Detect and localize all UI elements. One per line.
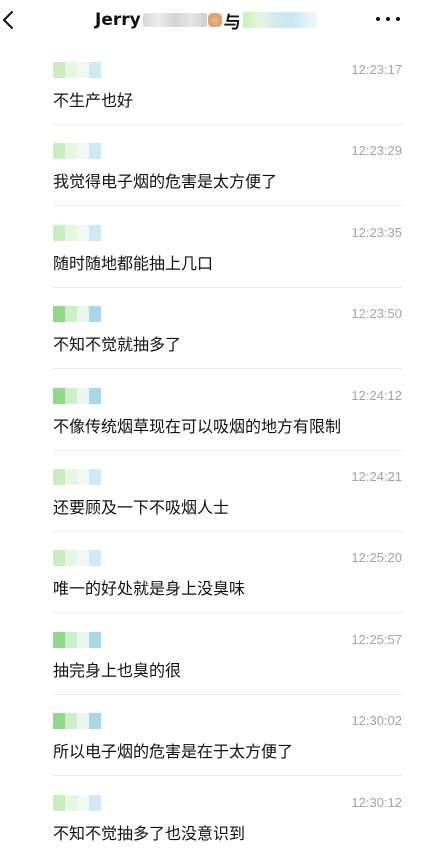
divider (53, 612, 402, 614)
message-timestamp: 12:30:02 (351, 713, 402, 729)
list-item[interactable]: 12:24:12 不像传统烟草现在可以吸烟的地方有限制 (0, 374, 421, 455)
avatar (53, 631, 103, 648)
fist-emoji-icon (207, 13, 222, 27)
chat-header: Jerry 与 (0, 0, 421, 40)
divider (53, 775, 402, 777)
avatar (53, 550, 103, 567)
message-timestamp: 12:30:12 (351, 794, 402, 810)
avatar (53, 306, 103, 323)
message-timestamp: 12:24:21 (351, 469, 402, 484)
list-item[interactable]: 12:24:21 还要顾及一下不吸烟人士 (0, 455, 421, 536)
chat-title: Jerry 与 (95, 8, 317, 33)
divider (53, 286, 402, 288)
message-timestamp: 12:23:29 (351, 143, 402, 159)
message-timestamp: 12:25:20 (351, 550, 402, 566)
avatar (53, 224, 103, 241)
list-item[interactable]: 12:23:50 不知不觉就抽多了 (0, 292, 421, 373)
avatar (53, 62, 103, 78)
message-text: 还要顾及一下不吸烟人士 (53, 498, 230, 517)
avatar (53, 143, 103, 160)
message-text: 不知不觉就抽多了 (53, 335, 182, 355)
message-text: 不知不觉抽多了也没意识到 (53, 823, 246, 843)
title-name: Jerry (95, 10, 141, 30)
message-text: 不像传统烟草现在可以吸烟的地方有限制 (53, 416, 342, 436)
message-text: 抽完身上也臭的很 (53, 660, 182, 680)
message-timestamp: 12:23:17 (351, 62, 402, 77)
divider (53, 531, 402, 532)
message-text: 随时随地都能抽上几口 (53, 253, 214, 273)
avatar (53, 713, 103, 730)
divider (53, 124, 402, 125)
divider (53, 368, 402, 370)
title-connector: 与 (223, 12, 241, 33)
list-item[interactable]: 12:30:12 不知不觉抽多了也没意识到 (0, 781, 421, 862)
back-button[interactable] (0, 6, 26, 34)
message-timestamp: 12:23:50 (351, 306, 402, 322)
list-item[interactable]: 12:30:02 所以电子烟的危害是在于太方便了 (0, 699, 421, 780)
list-item[interactable]: 12:23:35 随时随地都能抽上几口 (0, 211, 421, 292)
divider (53, 693, 402, 695)
list-item[interactable]: 12:23:29 我觉得电子烟的危害是太方便了 (0, 129, 421, 210)
message-timestamp: 12:23:35 (351, 224, 402, 240)
list-item[interactable]: 12:25:57 抽完身上也臭的很 (0, 618, 421, 699)
message-text: 所以电子烟的危害是在于太方便了 (53, 742, 294, 762)
more-horizontal-icon (396, 17, 400, 21)
more-horizontal-icon (386, 17, 390, 21)
message-text: 唯一的好处就是身上没臭味 (53, 579, 246, 599)
list-item[interactable]: 12:25:20 唯一的好处就是身上没臭味 (0, 536, 421, 617)
divider (53, 449, 402, 451)
avatar (53, 469, 103, 485)
redacted-name-blur (142, 13, 207, 27)
avatar (53, 794, 103, 811)
message-text: 我觉得电子烟的危害是太方便了 (53, 172, 278, 192)
message-text: 不生产也好 (53, 91, 134, 110)
divider (53, 205, 402, 207)
more-horizontal-icon (376, 17, 380, 21)
chevron-left-icon (3, 11, 13, 29)
avatar (53, 387, 103, 404)
list-item[interactable]: 12:23:17 不生产也好 (0, 48, 421, 129)
more-button[interactable] (376, 12, 400, 26)
message-timestamp: 12:24:12 (351, 387, 402, 403)
redacted-name-blur (242, 12, 317, 28)
message-timestamp: 12:25:57 (351, 631, 402, 647)
